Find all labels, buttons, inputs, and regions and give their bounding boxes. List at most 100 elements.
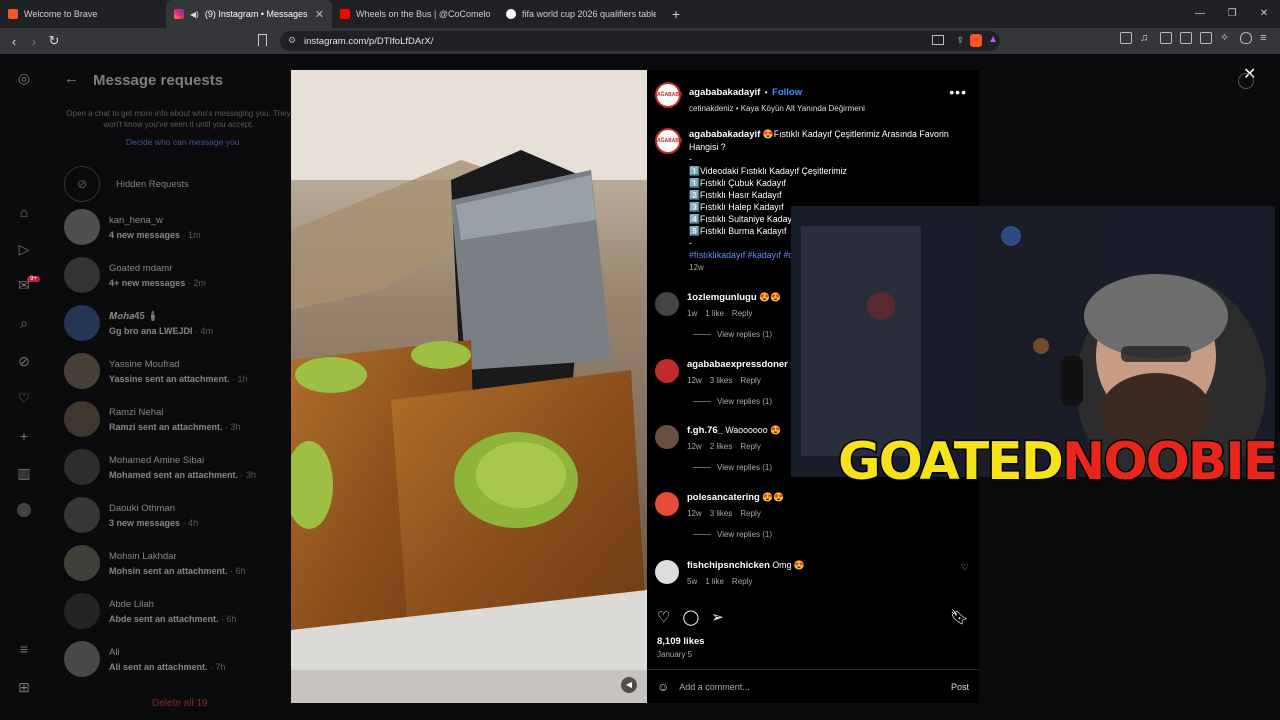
- reply-button[interactable]: Reply: [732, 309, 752, 318]
- create-icon[interactable]: +: [16, 428, 32, 444]
- restore-icon[interactable]: ❐: [1216, 0, 1248, 28]
- explore-icon[interactable]: ⊘: [16, 353, 32, 369]
- speaker-icon[interactable]: ◀): [190, 10, 199, 19]
- conversation-item[interactable]: Daouki Othman 3 new messages · 4h: [64, 497, 198, 533]
- caption-username[interactable]: agababakadayif: [689, 129, 760, 140]
- reply-button[interactable]: Reply: [740, 442, 760, 451]
- view-replies-button[interactable]: View replies (1): [693, 530, 772, 539]
- conversation-item[interactable]: Yassine Moufrad Yassine sent an attachmen…: [64, 353, 248, 389]
- also-from-meta-icon[interactable]: ⊞: [16, 679, 32, 695]
- conversation-item[interactable]: Mohamed Amine Sibai Mohamed sent an attac…: [64, 449, 256, 485]
- conversation-item[interactable]: Mohsin Lakhdar Mohsin sent an attachment.…: [64, 545, 246, 581]
- hidden-requests-row[interactable]: ⊘ Hidden Requests: [64, 166, 189, 202]
- delete-all-button[interactable]: Delete all 19: [152, 698, 208, 709]
- post-location[interactable]: cetinakdeniz • Kaya Köyün Alt Yanında De…: [689, 104, 865, 113]
- likes-count[interactable]: 8,109 likes: [657, 636, 705, 647]
- brave-rewards-icon[interactable]: ▲: [988, 34, 998, 45]
- conversation-item[interactable]: Goated mdamr 4+ new messages · 2m: [64, 257, 206, 293]
- extensions-icon[interactable]: [1200, 32, 1212, 44]
- new-tab-button[interactable]: +: [664, 6, 688, 22]
- forward-icon[interactable]: ›: [24, 34, 44, 49]
- caption-line: 5️⃣Fıstıklı Burma Kadayıf: [689, 226, 787, 236]
- comment-like-heart-icon[interactable]: ♡: [961, 562, 969, 573]
- comment-likes[interactable]: 1 like: [705, 309, 724, 318]
- tab-youtube[interactable]: Wheels on the Bus | @CoComelon N: [332, 0, 498, 28]
- comment-icon[interactable]: ◯: [682, 608, 699, 626]
- reply-button[interactable]: Reply: [740, 376, 760, 385]
- conversation-item[interactable]: 𝑴𝒐𝒉𝒂𝟒𝟓 🕯️ Gg bro ana LWEJDI · 4m: [64, 305, 213, 341]
- minimize-icon[interactable]: —: [1184, 0, 1216, 28]
- post-comment-button[interactable]: Post: [951, 682, 969, 692]
- reply-button[interactable]: Reply: [732, 577, 752, 586]
- close-tab-icon[interactable]: ✕: [315, 8, 324, 21]
- comment-likes[interactable]: 3 likes: [710, 376, 733, 385]
- reels-icon[interactable]: ▷: [16, 241, 32, 257]
- conversation-item[interactable]: kan_hena_w 4 new messages · 1m: [64, 209, 201, 245]
- notifications-heart-icon[interactable]: ♡: [16, 390, 32, 406]
- add-comment-input[interactable]: Add a comment...: [679, 682, 750, 692]
- tab-google[interactable]: fifa world cup 2026 qualifiers table G: [498, 0, 664, 28]
- view-replies-button[interactable]: View replies (1): [693, 330, 772, 339]
- share-icon[interactable]: ➢: [711, 608, 724, 626]
- commenter-avatar[interactable]: [655, 359, 679, 383]
- bookmark-icon[interactable]: [258, 34, 267, 46]
- dashboard-icon[interactable]: ▥: [16, 465, 32, 481]
- mute-icon[interactable]: ◀: [621, 677, 637, 693]
- commenter-username[interactable]: 1ozlemgunlugu: [687, 292, 757, 303]
- music-icon[interactable]: ♫: [1140, 32, 1152, 44]
- site-info-icon[interactable]: ⚙: [288, 35, 296, 46]
- commenter-username[interactable]: agababaexpressdoner: [687, 359, 788, 370]
- view-replies-button[interactable]: View replies (1): [693, 463, 772, 472]
- follow-button[interactable]: Follow: [772, 87, 802, 98]
- more-options-icon[interactable]: •••: [949, 84, 967, 100]
- sidebar-toggle-icon[interactable]: [1120, 32, 1132, 44]
- commenter-username[interactable]: polesancatering: [687, 492, 760, 503]
- conversation-item[interactable]: Abde Lilah Abde sent an attachment. · 6h: [64, 593, 237, 629]
- url-field[interactable]: ⚙ instagram.com/p/DTIfoLfDArX/ ⇪ ▲: [280, 31, 1000, 51]
- post-video[interactable]: ◀: [291, 70, 647, 703]
- conversation-item[interactable]: Ali Ali sent an attachment. · 7h: [64, 641, 226, 677]
- back-icon[interactable]: ‹: [4, 34, 24, 49]
- commenter-avatar[interactable]: [655, 425, 679, 449]
- commenter-avatar[interactable]: [655, 560, 679, 584]
- home-icon[interactable]: ⌂: [16, 204, 32, 220]
- brave-shields-icon[interactable]: [970, 34, 982, 47]
- commenter-username[interactable]: fishchipsnchicken: [687, 560, 770, 571]
- share-icon[interactable]: ⇪: [956, 35, 964, 46]
- post-username[interactable]: agababakadayif: [689, 87, 760, 98]
- conversation-item[interactable]: Ramzi Nehal Ramzi sent an attachment. · 3…: [64, 401, 241, 437]
- wallet-icon[interactable]: [1180, 32, 1192, 44]
- like-heart-icon[interactable]: ♡: [657, 608, 670, 626]
- commenter-username[interactable]: f.gh.76_: [687, 425, 723, 436]
- menu-icon[interactable]: ≡: [1260, 32, 1272, 44]
- comment-likes[interactable]: 2 likes: [710, 442, 733, 451]
- caption-avatar[interactable]: AĞABABA: [655, 128, 683, 154]
- comment-likes[interactable]: 3 likes: [710, 509, 733, 518]
- message-settings-link[interactable]: Decide who can message you: [126, 137, 239, 147]
- cast-icon[interactable]: [932, 35, 944, 45]
- search-icon[interactable]: ⌕: [16, 315, 32, 331]
- emoji-icon[interactable]: ☺: [657, 680, 669, 694]
- hidden-requests-label: Hidden Requests: [116, 178, 189, 190]
- comment-likes[interactable]: 1 like: [705, 577, 724, 586]
- back-arrow-icon[interactable]: ←: [64, 70, 79, 87]
- comment-age: 12w: [687, 376, 702, 385]
- more-menu-icon[interactable]: ≡: [16, 641, 32, 657]
- save-bookmark-icon[interactable]: 🔖︎: [950, 608, 969, 626]
- instagram-logo-icon[interactable]: ◎: [16, 70, 32, 86]
- comment-text: Waoooooo 😍: [725, 425, 781, 435]
- tab-instagram[interactable]: ◀) (9) Instagram • Messages ✕: [166, 0, 332, 28]
- close-window-icon[interactable]: ✕: [1248, 0, 1280, 28]
- next-post-icon[interactable]: [1238, 73, 1254, 89]
- reload-icon[interactable]: ↻: [44, 33, 64, 49]
- leo-ai-icon[interactable]: ✧: [1220, 32, 1232, 44]
- commenter-avatar[interactable]: [655, 292, 679, 316]
- reply-button[interactable]: Reply: [740, 509, 760, 518]
- account-avatar[interactable]: AĞABABA: [655, 82, 683, 108]
- commenter-avatar[interactable]: [655, 492, 679, 516]
- tab-welcome[interactable]: Welcome to Brave: [0, 0, 166, 28]
- view-replies-button[interactable]: View replies (1): [693, 397, 772, 406]
- reading-list-icon[interactable]: [1160, 32, 1172, 44]
- vpn-icon[interactable]: [1240, 32, 1252, 44]
- profile-avatar[interactable]: [17, 503, 31, 517]
